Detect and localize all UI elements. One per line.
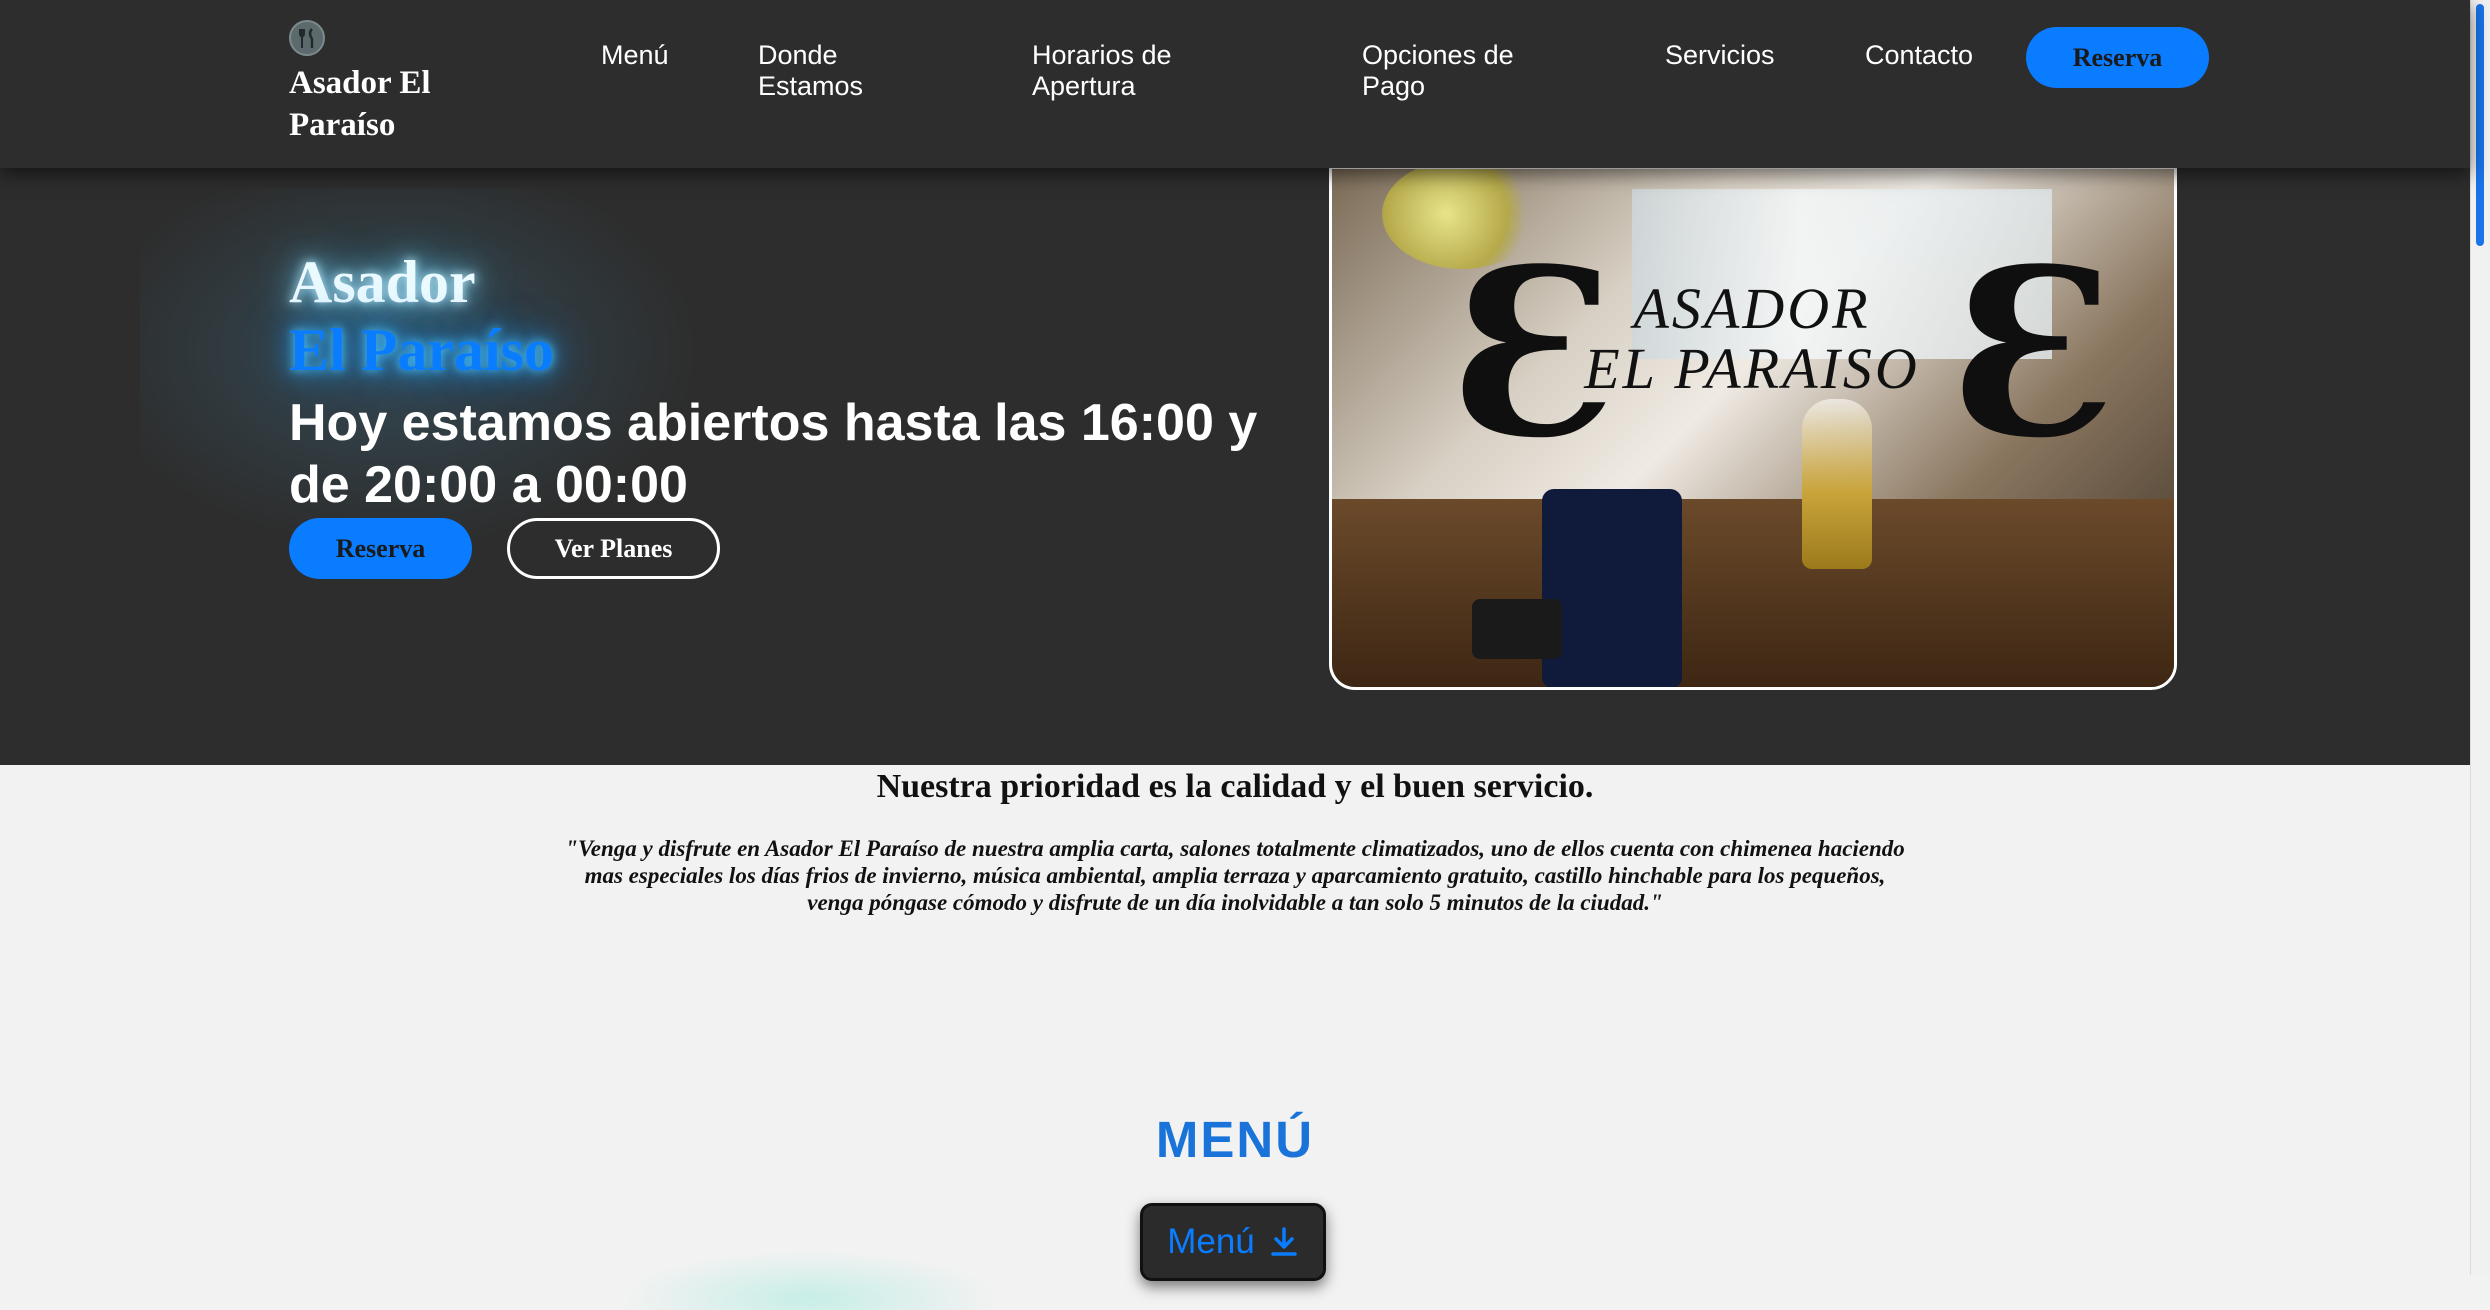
intro-quote: "Venga y disfrute en Asador El Paraíso d… — [565, 836, 1905, 915]
photo-table — [1332, 499, 2174, 687]
intro-heading: Nuestra prioridad es la calidad y el bue… — [876, 768, 1594, 805]
download-icon — [1269, 1226, 1299, 1258]
nav-horarios[interactable]: Horarios de Apertura — [1032, 40, 1207, 102]
restaurant-photo: Ɛ Ɛ ASADOR EL PARAISO — [1329, 168, 2177, 690]
header-reserve-button[interactable]: Reserva — [2026, 27, 2209, 88]
nav-donde-estamos[interactable]: Donde Estamos — [758, 40, 898, 102]
brand-name[interactable]: Asador El Paraíso — [289, 62, 489, 146]
hero-reserve-button[interactable]: Reserva — [289, 518, 472, 579]
menu-download-label: Menú — [1167, 1222, 1255, 1261]
menu-download-button[interactable]: Menú — [1140, 1203, 1326, 1281]
photo-device — [1472, 599, 1562, 659]
photo-sign-line1: ASADOR — [1633, 276, 1871, 341]
photo-mask-left: Ɛ — [1452, 219, 1618, 489]
scrollbar-thumb[interactable] — [2476, 4, 2484, 246]
photo-sign-line2: EL PARAISO — [1584, 336, 1920, 401]
nav-opciones-pago[interactable]: Opciones de Pago — [1362, 40, 1537, 102]
view-plans-button[interactable]: Ver Planes — [507, 518, 720, 579]
photo-bag — [1542, 489, 1682, 687]
cutlery-icon[interactable] — [289, 20, 325, 56]
hero-section: Asador El Paraíso Hoy estamos abiertos h… — [0, 168, 2470, 765]
hero-title-line1: Asador — [289, 249, 476, 315]
nav-servicios[interactable]: Servicios — [1665, 40, 1775, 71]
bottom-glow — [620, 1250, 1000, 1310]
hero-title-line2: El Paraíso — [289, 317, 554, 383]
nav-contacto[interactable]: Contacto — [1865, 40, 1973, 71]
nav-menu[interactable]: Menú — [601, 40, 669, 71]
photo-glass — [1802, 399, 1872, 569]
photo-mask-right: Ɛ — [1952, 239, 2118, 479]
menu-section-title: MENÚ — [1155, 1111, 1315, 1168]
site-header: Asador El Paraíso Menú Donde Estamos Hor… — [0, 0, 2470, 168]
photo-sign: ASADOR EL PARAISO — [1542, 279, 1962, 399]
opening-hours-text: Hoy estamos abiertos hasta las 16:00 y d… — [289, 394, 1258, 514]
